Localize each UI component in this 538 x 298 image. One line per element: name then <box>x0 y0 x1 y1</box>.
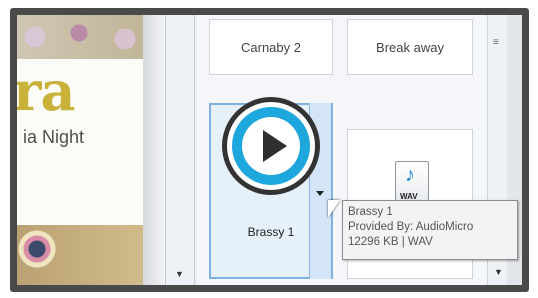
left-scrollbar[interactable]: ▼ <box>165 15 195 285</box>
play-inner <box>242 117 300 175</box>
scroll-down-icon[interactable]: ▼ <box>175 269 184 279</box>
gallery-item-break-away[interactable]: Break away <box>347 19 473 75</box>
slide-edge <box>143 15 165 285</box>
music-note-icon: ♪ <box>405 164 415 186</box>
play-ring <box>232 107 310 185</box>
gallery-item-carnaby-2[interactable]: Carnaby 2 <box>209 19 333 75</box>
mouse-cursor-icon <box>328 200 340 218</box>
wav-file-icon: ♪ WAV <box>395 161 429 205</box>
tooltip-size: 12296 KB | WAV <box>348 236 433 248</box>
gallery-item-label: Brassy 1 <box>247 225 295 239</box>
scroll-down-icon[interactable]: ▼ <box>494 267 503 277</box>
tooltip-title: Brassy 1 <box>348 206 393 218</box>
play-icon[interactable] <box>222 97 320 195</box>
caret-down-icon <box>316 191 324 196</box>
slide-subtitle-fragment: ia Night <box>23 127 85 147</box>
tooltip: Brassy 1 Provided By: AudioMicro 12296 K… <box>342 200 518 260</box>
gallery-item-label: Break away <box>376 39 444 55</box>
scroll-grip-icon[interactable]: ≡ <box>493 37 499 48</box>
slide-thumbnail[interactable]: ra ia Night <box>17 15 165 285</box>
gallery-item-label: Carnaby 2 <box>241 39 301 55</box>
play-triangle-icon <box>263 130 287 162</box>
slide-title-fragment: ra <box>17 59 75 123</box>
tooltip-provider: Provided By: AudioMicro <box>348 221 474 233</box>
